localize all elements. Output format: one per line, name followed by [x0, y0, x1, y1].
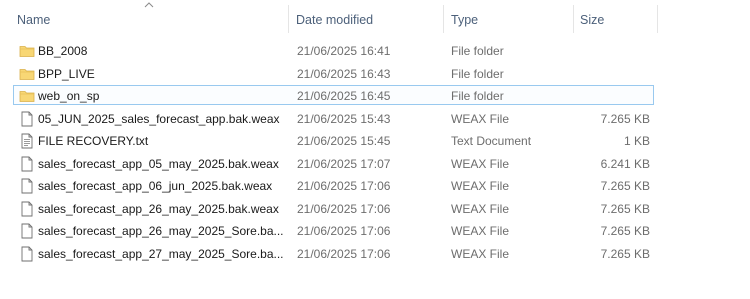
file-date-modified: 21/06/2025 17:07: [297, 156, 391, 171]
file-row[interactable]: sales_forecast_app_26_may_2025.bak.weax 2…: [13, 198, 654, 218]
file-type: WEAX File: [451, 179, 510, 193]
file-type: WEAX File: [451, 224, 510, 238]
sort-ascending-icon: [144, 2, 154, 8]
file-row[interactable]: BB_2008 21/06/2025 16:41 File folder: [13, 40, 654, 60]
file-size: 7.265 KB: [600, 224, 650, 238]
file-size: [574, 64, 650, 84]
file-row[interactable]: BPP_LIVE 21/06/2025 16:43 File folder: [13, 63, 654, 83]
file-row[interactable]: 05_JUN_2025_sales_forecast_app.bak.weax 2…: [13, 108, 654, 128]
file-date-modified: 21/06/2025 17:06: [297, 201, 391, 216]
column-divider[interactable]: [288, 5, 289, 33]
column-header-type[interactable]: Type: [451, 11, 478, 29]
file-name: sales_forecast_app_05_may_2025.bak.weax: [38, 156, 279, 171]
file-size: 1 KB: [623, 134, 650, 148]
file-date-modified: 21/06/2025 15:45: [297, 134, 391, 148]
file-row[interactable]: FILE RECOVERY.txt 21/06/2025 15:45 Text Do…: [13, 130, 654, 150]
file-name: BPP_LIVE: [38, 66, 95, 81]
file-size: 7.265 KB: [600, 246, 650, 261]
file-date-modified: 21/06/2025 16:41: [297, 44, 391, 58]
file-name: 05_JUN_2025_sales_forecast_app.bak.weax: [38, 111, 280, 126]
column-divider[interactable]: [573, 5, 574, 33]
folder-icon: [19, 66, 35, 82]
file-type: Text Document: [451, 134, 532, 148]
file-icon: [19, 246, 35, 262]
file-type: WEAX File: [451, 111, 510, 126]
file-type: WEAX File: [451, 201, 510, 216]
file-date-modified: 21/06/2025 15:43: [297, 111, 391, 126]
file-name: web_on_sp: [38, 89, 100, 103]
file-name: BB_2008: [38, 44, 88, 58]
file-icon: [19, 178, 35, 194]
file-type: File folder: [451, 89, 504, 103]
column-header-bar: Name Date modified Type Size: [0, 0, 750, 38]
file-date-modified: 21/06/2025 17:06: [297, 246, 391, 261]
file-row[interactable]: sales_forecast_app_06_jun_2025.bak.weax 2…: [13, 175, 654, 195]
file-type: File folder: [451, 44, 504, 58]
column-header-name[interactable]: Name: [17, 11, 50, 29]
file-icon: [19, 156, 35, 172]
file-date-modified: 21/06/2025 17:06: [297, 179, 391, 193]
column-header-size[interactable]: Size: [580, 11, 604, 29]
folder-icon: [19, 43, 35, 59]
file-size: 6.241 KB: [600, 156, 650, 171]
file-size: [574, 86, 650, 106]
column-divider[interactable]: [657, 5, 658, 33]
file-icon: [19, 201, 35, 217]
file-size: 7.265 KB: [600, 201, 650, 216]
column-header-date-modified[interactable]: Date modified: [296, 11, 373, 29]
file-row[interactable]: sales_forecast_app_26_may_2025_Sore.ba..…: [13, 220, 654, 240]
file-type: File folder: [451, 66, 504, 81]
folder-icon: [19, 88, 35, 104]
file-date-modified: 21/06/2025 16:43: [297, 66, 391, 81]
file-name: FILE RECOVERY.txt: [38, 134, 149, 148]
file-row[interactable]: web_on_sp 21/06/2025 16:45 File folder: [13, 85, 654, 105]
file-type: WEAX File: [451, 246, 510, 261]
file-type: WEAX File: [451, 156, 510, 171]
file-icon: [19, 111, 35, 127]
file-name: sales_forecast_app_27_may_2025_Sore.ba..…: [38, 246, 284, 261]
text-file-icon: [19, 133, 35, 149]
file-date-modified: 21/06/2025 17:06: [297, 224, 391, 238]
file-size: 7.265 KB: [600, 111, 650, 126]
file-name: sales_forecast_app_06_jun_2025.bak.weax: [38, 179, 273, 193]
file-name: sales_forecast_app_26_may_2025_Sore.ba..…: [38, 224, 284, 238]
file-name: sales_forecast_app_26_may_2025.bak.weax: [38, 201, 279, 216]
file-size: [574, 41, 650, 61]
file-icon: [19, 223, 35, 239]
file-row[interactable]: sales_forecast_app_05_may_2025.bak.weax 2…: [13, 153, 654, 173]
column-divider[interactable]: [443, 5, 444, 33]
file-date-modified: 21/06/2025 16:45: [297, 89, 391, 103]
file-row[interactable]: sales_forecast_app_27_may_2025_Sore.ba..…: [13, 243, 654, 263]
file-size: 7.265 KB: [600, 179, 650, 193]
